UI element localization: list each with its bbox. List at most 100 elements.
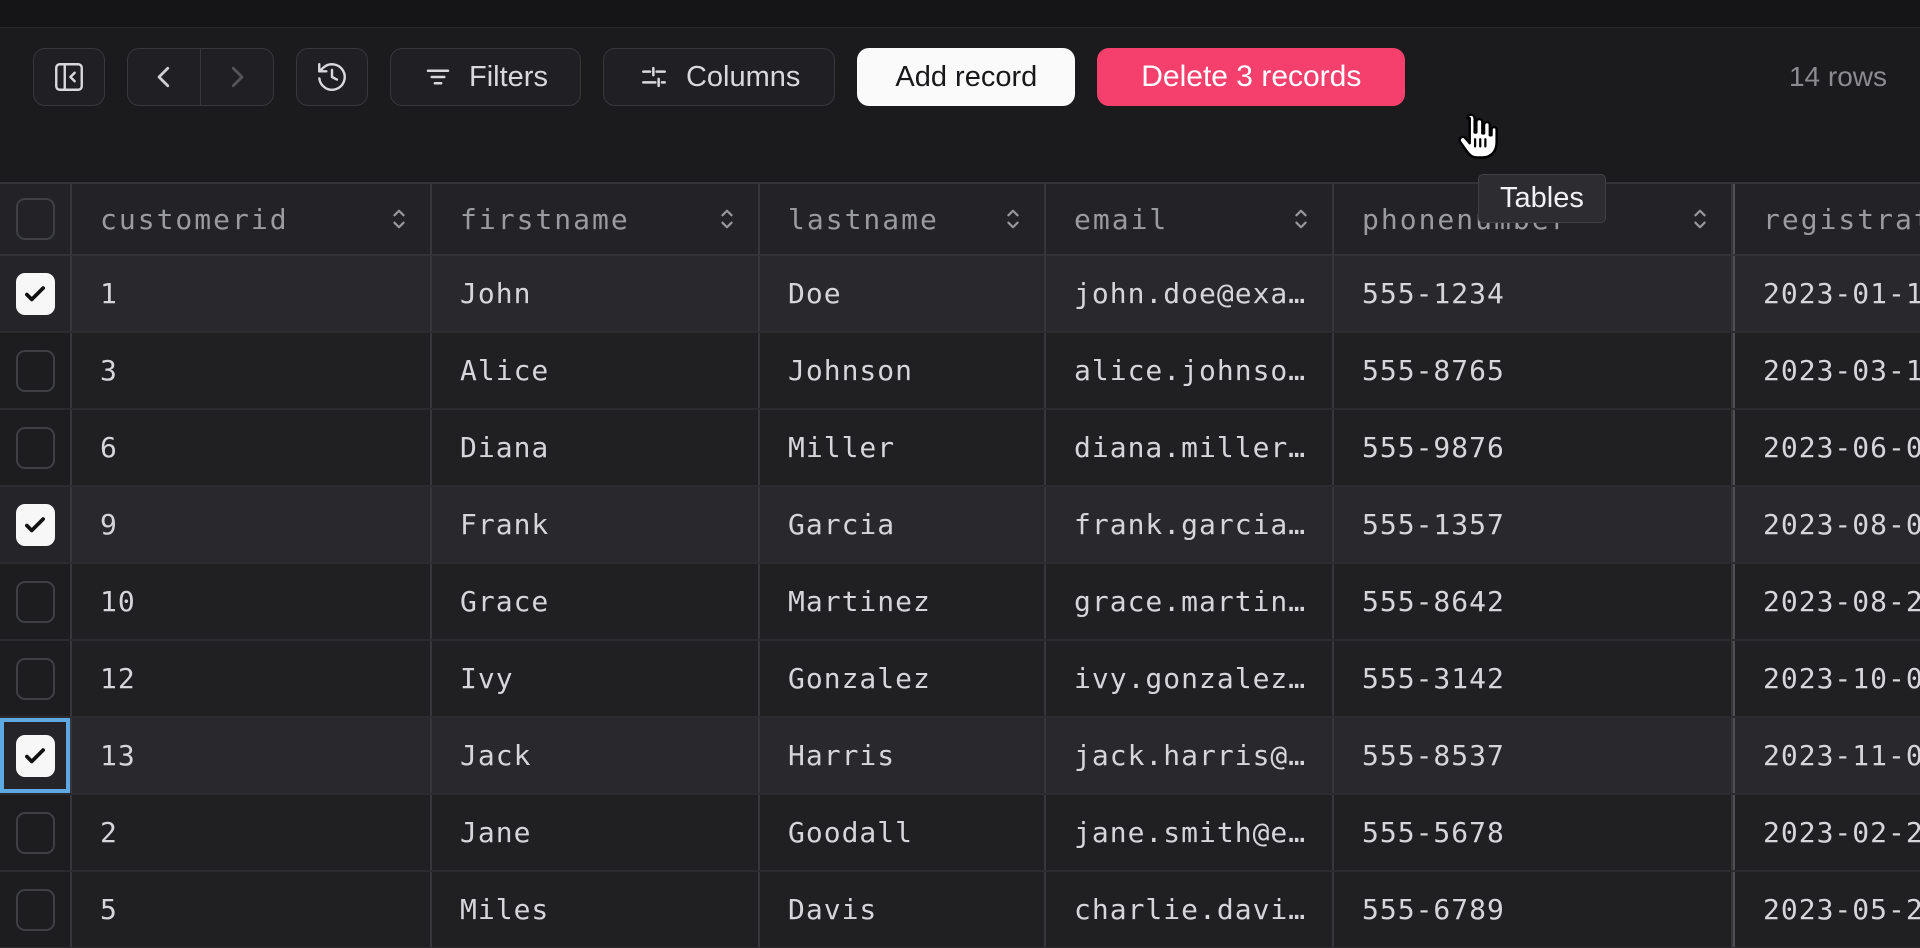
select-all-checkbox[interactable] [16, 198, 55, 240]
cell-value: Gonzalez [788, 662, 931, 695]
row-checkbox[interactable] [16, 427, 55, 469]
cell-firstname[interactable]: Grace [432, 564, 760, 639]
cell-customerid[interactable]: 2 [72, 795, 432, 870]
column-header-email[interactable]: email [1046, 184, 1334, 254]
cell-lastname[interactable]: Davis [760, 872, 1046, 947]
cell-registrationdate[interactable]: 2023-03-1 [1733, 333, 1920, 408]
cell-lastname[interactable]: Harris [760, 718, 1046, 793]
cell-email[interactable]: john.doe@exa… [1046, 256, 1334, 331]
cell-phonenumber[interactable]: 555-1357 [1334, 487, 1733, 562]
cell-phonenumber[interactable]: 555-8765 [1334, 333, 1733, 408]
cell-registrationdate[interactable]: 2023-01-1 [1733, 256, 1920, 331]
cell-customerid[interactable]: 13 [72, 718, 432, 793]
cell-firstname[interactable]: Ivy [432, 641, 760, 716]
cell-lastname[interactable]: Garcia [760, 487, 1046, 562]
cell-customerid[interactable]: 5 [72, 872, 432, 947]
table-row: 12Ivy Gonzalez ivy.gonzalez… 555-3142 2023-1… [0, 641, 1920, 718]
filters-button[interactable]: Filters [390, 48, 581, 106]
cell-registrationdate[interactable]: 2023-10-0 [1733, 641, 1920, 716]
cell-lastname[interactable]: Martinez [760, 564, 1046, 639]
cell-customerid[interactable]: 10 [72, 564, 432, 639]
forward-button[interactable] [201, 49, 273, 105]
back-button[interactable] [128, 49, 201, 105]
cell-value: Miles [460, 893, 549, 926]
cell-registrationdate[interactable]: 2023-06-0 [1733, 410, 1920, 485]
cell-lastname[interactable]: Gonzalez [760, 641, 1046, 716]
pointer-cursor-icon [1449, 108, 1503, 166]
cell-customerid[interactable]: 3 [72, 333, 432, 408]
cell-firstname[interactable]: Jane [432, 795, 760, 870]
cell-registrationdate[interactable]: 2023-05-2 [1733, 872, 1920, 947]
add-record-button[interactable]: Add record [857, 48, 1075, 106]
cell-value: alice.johnso… [1074, 354, 1306, 387]
cell-phonenumber[interactable]: 555-5678 [1334, 795, 1733, 870]
cell-email[interactable]: frank.garcia… [1046, 487, 1334, 562]
chevron-left-icon [149, 62, 179, 92]
cell-firstname[interactable]: John [432, 256, 760, 331]
cell-phonenumber[interactable]: 555-8642 [1334, 564, 1733, 639]
cell-registrationdate[interactable]: 2023-08-0 [1733, 487, 1920, 562]
cell-value: Doe [788, 277, 842, 310]
cell-value: 555-3142 [1362, 662, 1505, 695]
cell-registrationdate[interactable]: 2023-08-2 [1733, 564, 1920, 639]
cell-phonenumber[interactable]: 555-9876 [1334, 410, 1733, 485]
cell-firstname[interactable]: Diana [432, 410, 760, 485]
cell-firstname[interactable]: Frank [432, 487, 760, 562]
table-row: 2 Jane Goodalljane.smith@e… 555-5678 2023-02… [0, 795, 1920, 872]
refresh-history-button[interactable] [296, 48, 368, 106]
cell-registrationdate[interactable]: 2023-11-0 [1733, 718, 1920, 793]
row-checkbox[interactable] [16, 812, 55, 854]
sort-icon [1689, 204, 1711, 234]
column-header-lastname[interactable]: lastname [760, 184, 1046, 254]
column-header-label: registrat [1763, 203, 1920, 236]
cell-phonenumber[interactable]: 555-3142 [1334, 641, 1733, 716]
cell-lastname[interactable]: Miller [760, 410, 1046, 485]
column-header-customerid[interactable]: customerid [72, 184, 432, 254]
cell-lastname[interactable]: Johnson [760, 333, 1046, 408]
row-checkbox[interactable] [16, 658, 55, 700]
column-header-firstname[interactable]: firstname [432, 184, 760, 254]
cell-firstname[interactable]: Jack [432, 718, 760, 793]
row-checkbox[interactable] [16, 504, 55, 546]
cell-value: Harris [788, 739, 895, 772]
cell-value: Jane [460, 816, 531, 849]
cell-email[interactable]: charlie.davi… [1046, 872, 1334, 947]
select-all-header-cell [0, 184, 72, 254]
cell-customerid[interactable]: 6 [72, 410, 432, 485]
cell-firstname[interactable]: Miles [432, 872, 760, 947]
cell-email[interactable]: jane.smith@e… [1046, 795, 1334, 870]
cell-value: Grace [460, 585, 549, 618]
cell-phonenumber[interactable]: 555-1234 [1334, 256, 1733, 331]
row-checkbox[interactable] [16, 273, 55, 315]
cell-phonenumber[interactable]: 555-8537 [1334, 718, 1733, 793]
cell-value: Garcia [788, 508, 895, 541]
cell-customerid[interactable]: 9 [72, 487, 432, 562]
checkmark-icon [22, 512, 48, 538]
cell-email[interactable]: ivy.gonzalez… [1046, 641, 1334, 716]
cell-email[interactable]: grace.martin… [1046, 564, 1334, 639]
cell-value: 555-5678 [1362, 816, 1505, 849]
cell-lastname[interactable]: Goodall [760, 795, 1046, 870]
table-body: 1John Doe john.doe@exa…555-12342023-01-1 3A… [0, 256, 1920, 948]
column-header-registrationdate[interactable]: registrat [1733, 184, 1920, 254]
row-select-cell [0, 487, 72, 562]
cell-firstname[interactable]: Alice [432, 333, 760, 408]
row-checkbox[interactable] [16, 889, 55, 931]
delete-records-button[interactable]: Delete 3 records [1097, 48, 1405, 106]
cell-email[interactable]: diana.miller… [1046, 410, 1334, 485]
window-top-strip [0, 0, 1920, 28]
cell-email[interactable]: alice.johnso… [1046, 333, 1334, 408]
cell-value: grace.martin… [1074, 585, 1306, 618]
columns-button[interactable]: Columns [603, 48, 835, 106]
cell-phonenumber[interactable]: 555-6789 [1334, 872, 1733, 947]
row-checkbox[interactable] [16, 581, 55, 623]
cell-lastname[interactable]: Doe [760, 256, 1046, 331]
cell-customerid[interactable]: 1 [72, 256, 432, 331]
toggle-sidebar-button[interactable] [33, 48, 105, 106]
row-checkbox[interactable] [16, 350, 55, 392]
cell-registrationdate[interactable]: 2023-02-2 [1733, 795, 1920, 870]
row-checkbox[interactable] [16, 735, 55, 777]
cell-customerid[interactable]: 12 [72, 641, 432, 716]
cell-value: 9 [100, 508, 118, 541]
cell-email[interactable]: jack.harris@… [1046, 718, 1334, 793]
